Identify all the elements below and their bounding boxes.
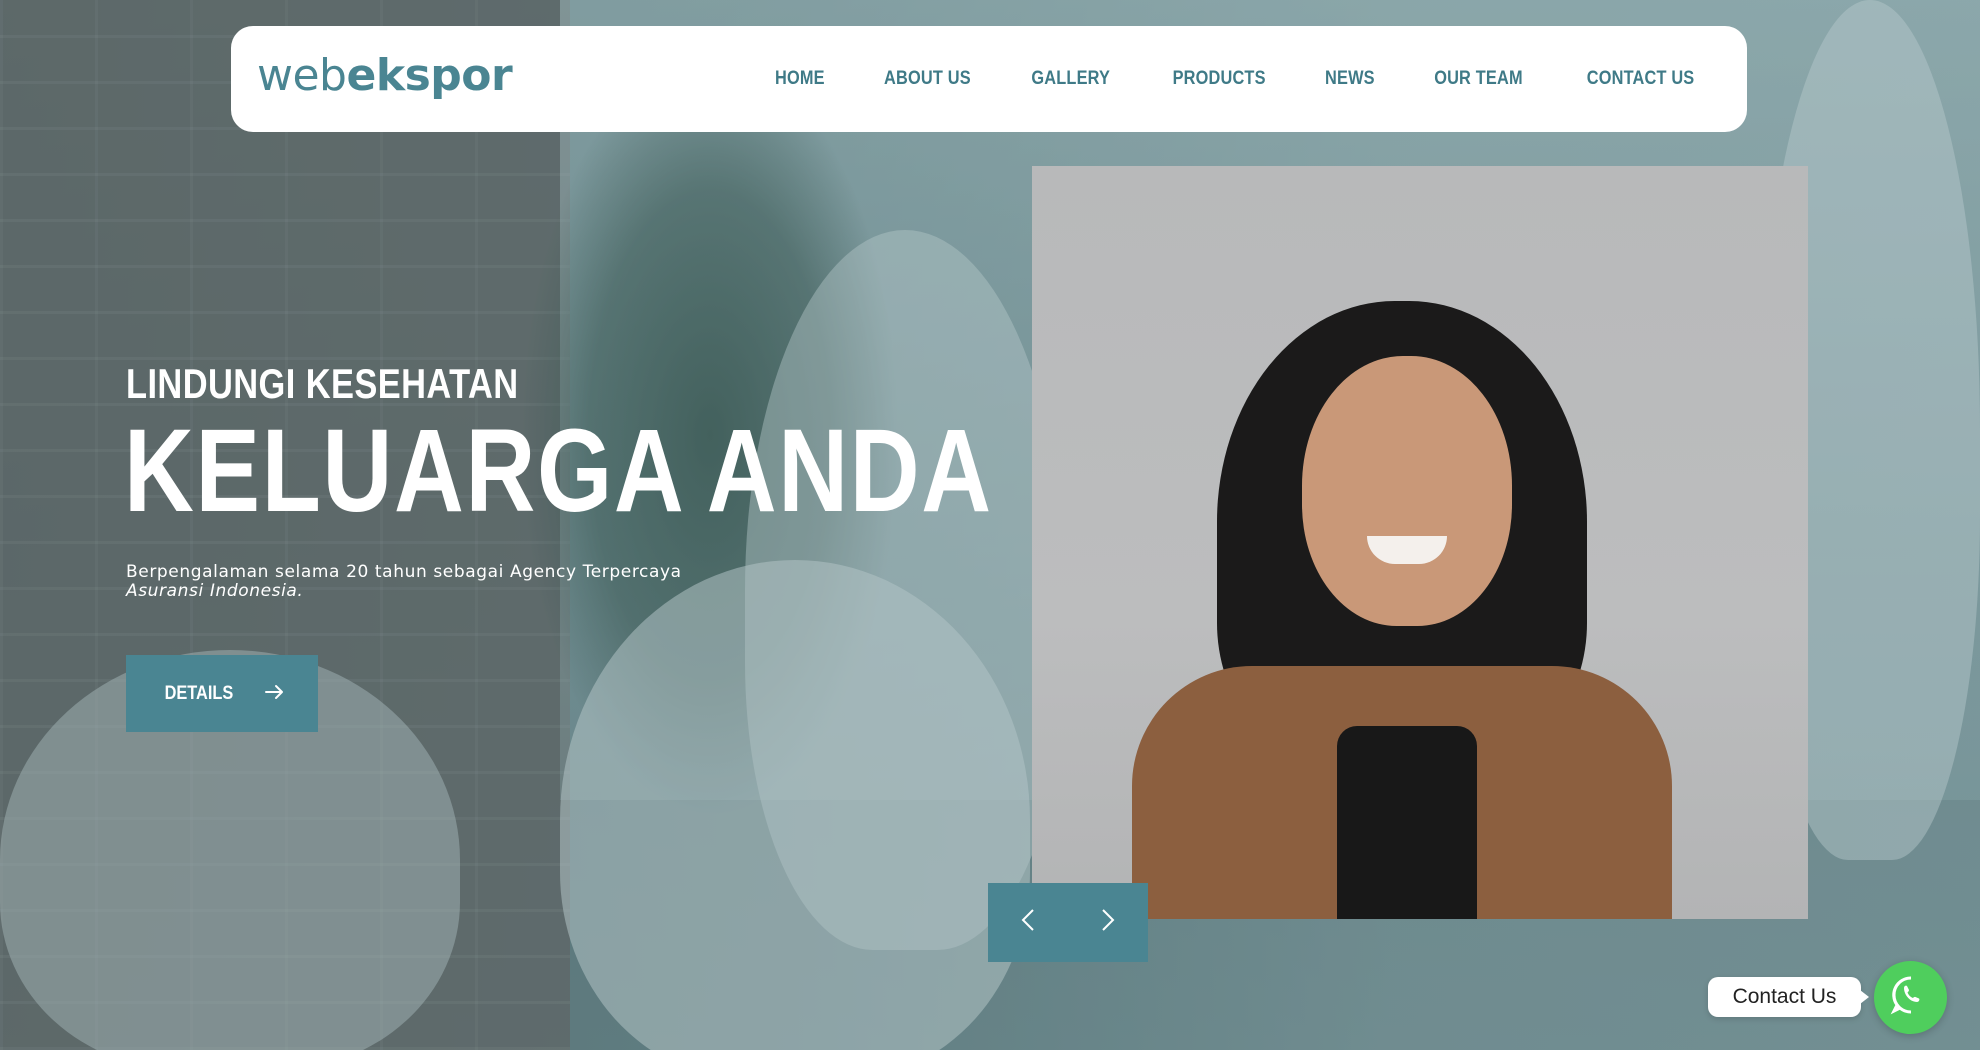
nav-item-gallery[interactable]: GALLERY	[1032, 68, 1111, 90]
nav-item-our-team[interactable]: OUR TEAM	[1434, 68, 1523, 90]
logo-text-light: web	[257, 50, 347, 101]
whatsapp-icon	[1889, 973, 1933, 1022]
details-button[interactable]: DETAILS	[126, 655, 318, 732]
hero-description: Berpengalaman selama 20 tahun sebagai Ag…	[126, 563, 686, 601]
contact-us-label[interactable]: Contact Us	[1708, 977, 1869, 1017]
chevron-left-icon	[1021, 905, 1035, 940]
details-button-label: DETAILS	[164, 682, 234, 704]
nav-item-contact-us[interactable]: CONTACT US	[1587, 68, 1695, 90]
hero-slide-portrait	[1032, 166, 1808, 919]
nav-item-news[interactable]: NEWS	[1325, 68, 1375, 90]
slider-prev-button[interactable]	[988, 883, 1068, 962]
nav-item-home[interactable]: HOME	[775, 68, 825, 90]
arrow-right-icon	[264, 684, 285, 704]
main-nav: HOME ABOUT US GALLERY PRODUCTS NEWS OUR …	[771, 26, 1703, 132]
logo-text-bold: ekspor	[346, 50, 513, 101]
whatsapp-button[interactable]	[1874, 961, 1947, 1034]
site-logo[interactable]: webekspor	[257, 50, 513, 101]
portrait-top	[1337, 726, 1477, 919]
hero-title: KELUARGA ANDA	[124, 405, 993, 537]
nav-item-products[interactable]: PRODUCTS	[1172, 68, 1265, 90]
hero-description-text: Berpengalaman selama 20 tahun sebagai Ag…	[126, 562, 682, 582]
slider-controls	[988, 883, 1148, 962]
chevron-right-icon	[1101, 905, 1115, 940]
site-header: webekspor HOME ABOUT US GALLERY PRODUCTS…	[231, 26, 1747, 132]
nav-item-about-us[interactable]: ABOUT US	[884, 68, 971, 90]
hero-kicker: LINDUNGI KESEHATAN	[126, 360, 519, 407]
slider-next-button[interactable]	[1068, 883, 1148, 962]
portrait-face	[1302, 356, 1512, 626]
hero-description-italic: Asuransi Indonesia.	[126, 581, 304, 601]
